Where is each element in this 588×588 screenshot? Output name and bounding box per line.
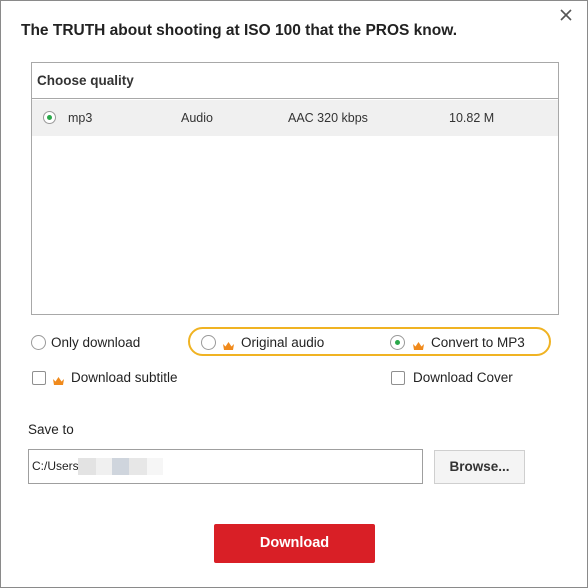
quality-format: mp3: [68, 111, 93, 125]
download-button[interactable]: Download: [214, 524, 375, 563]
quality-header: Choose quality: [32, 63, 558, 99]
only-download-label: Only download: [51, 335, 141, 350]
download-subtitle-label: Download subtitle: [71, 370, 178, 385]
quality-radio[interactable]: [43, 111, 56, 124]
close-icon[interactable]: [558, 7, 574, 23]
only-download-radio[interactable]: [31, 335, 46, 350]
crown-icon: [52, 373, 65, 385]
original-audio-label: Original audio: [241, 335, 325, 350]
crown-icon: [222, 338, 235, 350]
quality-codec: AAC 320 kbps: [288, 111, 368, 125]
save-path-input[interactable]: C:/Users\: [28, 449, 423, 484]
original-audio-radio[interactable]: [201, 335, 216, 350]
quality-type: Audio: [181, 111, 213, 125]
save-path-text: C:/Users\: [32, 459, 83, 473]
download-dialog: The TRUTH about shooting at ISO 100 that…: [0, 0, 588, 588]
convert-to-mp3-radio[interactable]: [390, 335, 405, 350]
download-subtitle-checkbox[interactable]: [32, 371, 46, 385]
quality-size: 10.82 M: [449, 111, 495, 125]
download-cover-label: Download Cover: [413, 370, 513, 385]
browse-button[interactable]: Browse...: [434, 450, 525, 484]
quality-table: Choose quality mp3 Audio AAC 320 kbps 10…: [31, 62, 559, 315]
dialog-title: The TRUTH about shooting at ISO 100 that…: [21, 22, 458, 39]
download-cover-checkbox[interactable]: [391, 371, 405, 385]
save-to-label: Save to: [28, 422, 74, 437]
quality-row[interactable]: mp3 Audio AAC 320 kbps 10.82 M: [32, 100, 558, 136]
convert-to-mp3-label: Convert to MP3: [431, 335, 525, 350]
crown-icon: [412, 338, 425, 350]
